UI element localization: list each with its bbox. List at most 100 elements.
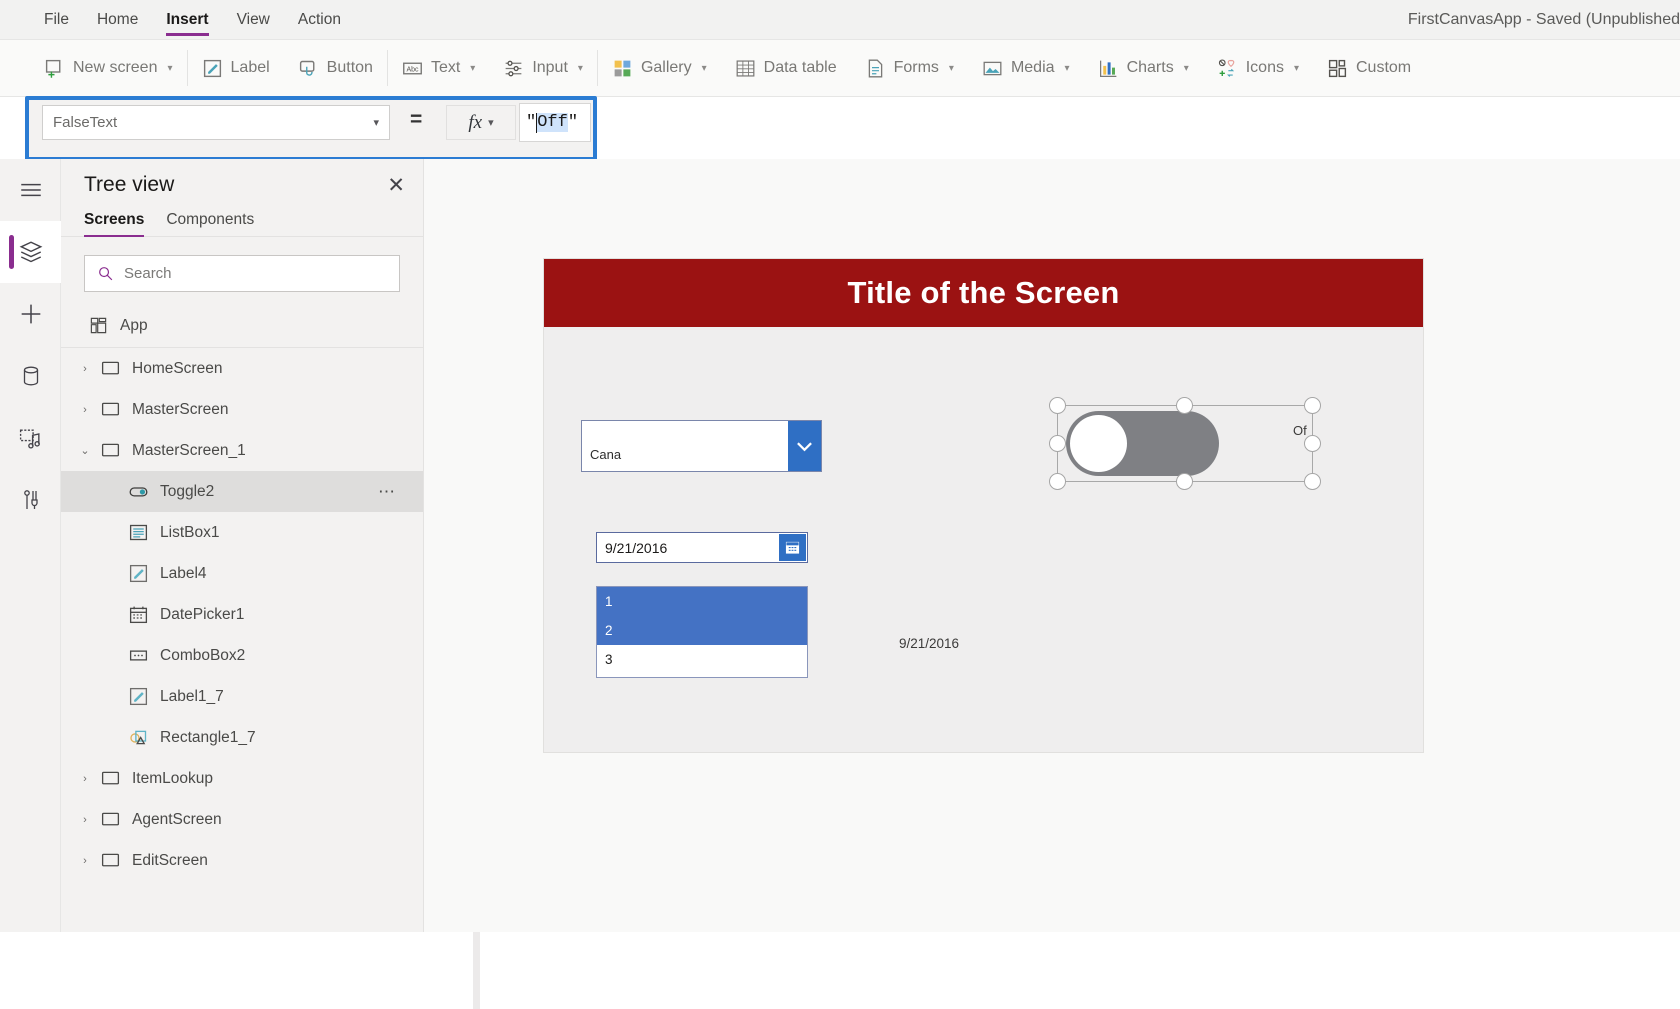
screen-icon — [97, 358, 123, 379]
ribbon-forms[interactable]: Forms ▾ — [851, 40, 968, 97]
menu-bar: File Home Insert View Action FirstCanvas… — [0, 0, 1680, 40]
menu-item-insert[interactable]: Insert — [152, 0, 222, 40]
formula-input[interactable]: " Off " — [519, 103, 591, 142]
ribbon-input[interactable]: Input ▾ — [489, 40, 597, 97]
tree-node-editscreen[interactable]: › EditScreen — [61, 840, 423, 881]
tree-node-masterscreen_1[interactable]: ⌄ MasterScreen_1 — [61, 430, 423, 471]
tree-node-label4[interactable]: Label4 — [61, 553, 423, 594]
resize-handle-middle-right[interactable] — [1304, 435, 1321, 452]
tree-view-title: Tree view — [84, 173, 175, 196]
ribbon-gallery[interactable]: Gallery ▾ — [598, 40, 721, 97]
combobox-dropdown-button[interactable] — [788, 421, 821, 471]
tree-node-label: ItemLookup — [132, 769, 213, 787]
rail-item-advanced[interactable] — [0, 469, 61, 531]
combobox-control[interactable]: Cana — [581, 420, 822, 472]
rail-item-insert[interactable] — [0, 283, 61, 345]
ribbon-data-table[interactable]: Data table — [721, 40, 851, 97]
ribbon-custom-label: Custom — [1356, 59, 1412, 76]
close-icon[interactable]: ✕ — [387, 175, 405, 196]
resize-handle-top-right[interactable] — [1304, 397, 1321, 414]
rail-item-data[interactable] — [0, 345, 61, 407]
tree-node-toggle2[interactable]: Toggle2 ⋯ — [61, 471, 423, 512]
listbox-item[interactable]: 1 — [597, 587, 807, 616]
toggle-control-wrapper[interactable]: Of — [1045, 392, 1321, 490]
tree-node-masterscreen[interactable]: › MasterScreen — [61, 389, 423, 430]
ribbon-media[interactable]: Media ▾ — [968, 40, 1084, 97]
tree-node-label: EditScreen — [132, 851, 208, 869]
property-select[interactable]: FalseText ▾ — [42, 105, 390, 140]
chevron-down-icon — [797, 441, 812, 451]
datepicker-calendar-button[interactable] — [779, 534, 806, 561]
tree-node-label: ListBox1 — [160, 523, 220, 541]
screen-title-bar[interactable]: Title of the Screen — [544, 259, 1423, 327]
resize-handle-middle-left[interactable] — [1049, 435, 1066, 452]
tree-node-label1_7[interactable]: Label1_7 — [61, 676, 423, 717]
shape-icon — [129, 730, 146, 745]
expand-twisty-icon[interactable]: ⌄ — [73, 444, 97, 457]
ribbon-label[interactable]: Label — [188, 40, 284, 97]
resize-handle-bottom-center[interactable] — [1176, 473, 1193, 490]
listbox-item[interactable]: 2 — [597, 616, 807, 645]
charts-icon — [1099, 60, 1116, 77]
toggle-control[interactable] — [1066, 411, 1219, 476]
menu-item-file[interactable]: File — [30, 0, 83, 40]
advanced-tools-icon — [23, 490, 38, 509]
expand-twisty-icon[interactable]: › — [73, 363, 97, 375]
screen-icon — [101, 443, 119, 457]
canvas-area[interactable]: Title of the Screen Cana 9/21/2016 9/21/… — [424, 159, 1680, 932]
menu-item-home[interactable]: Home — [83, 0, 152, 40]
tree-node-datepicker1[interactable]: DatePicker1 — [61, 594, 423, 635]
calendar-icon — [125, 604, 151, 625]
calendar-icon — [785, 541, 800, 554]
tree-node-homescreen[interactable]: › HomeScreen — [61, 348, 423, 389]
chevron-down-icon: ▾ — [373, 117, 379, 129]
ribbon-text-label: Text — [430, 59, 461, 76]
formula-value-selected: Off — [537, 113, 568, 132]
tree-view-header: Tree view ✕ — [61, 159, 423, 205]
listbox-item[interactable]: 3 — [597, 645, 807, 674]
ribbon-custom[interactable]: Custom — [1313, 40, 1425, 97]
datepicker-control[interactable]: 9/21/2016 — [596, 532, 808, 563]
tree-node-label: HomeScreen — [132, 359, 223, 377]
expand-twisty-icon[interactable]: › — [73, 814, 97, 826]
insert-ribbon: New screen ▾ Label Button Abc Text ▾ Inp… — [0, 40, 1680, 97]
tree-node-app[interactable]: App — [61, 304, 423, 348]
expand-twisty-icon[interactable]: › — [73, 404, 97, 416]
tree-node-rectangle1_7[interactable]: Rectangle1_7 — [61, 717, 423, 758]
tree-node-itemlookup[interactable]: › ItemLookup — [61, 758, 423, 799]
resize-handle-top-left[interactable] — [1049, 397, 1066, 414]
rail-item-media[interactable] — [0, 407, 61, 469]
media-library-icon — [19, 428, 40, 449]
fx-button[interactable]: fx ▾ — [446, 105, 516, 140]
ribbon-charts[interactable]: Charts ▾ — [1084, 40, 1203, 97]
tree-node-agentscreen[interactable]: › AgentScreen — [61, 799, 423, 840]
menu-item-action[interactable]: Action — [284, 0, 355, 40]
app-screen-preview[interactable]: Title of the Screen Cana 9/21/2016 9/21/… — [544, 259, 1423, 752]
ribbon-button[interactable]: Button — [284, 40, 387, 97]
ribbon-charts-label: Charts — [1126, 59, 1174, 76]
hamburger-menu-icon — [20, 183, 41, 197]
ribbon-text[interactable]: Abc Text ▾ — [388, 40, 489, 97]
tree-node-label: ComboBox2 — [160, 646, 246, 664]
screen-icon — [101, 812, 119, 826]
resize-handle-bottom-right[interactable] — [1304, 473, 1321, 490]
search-icon — [99, 267, 113, 281]
expand-twisty-icon[interactable]: › — [73, 855, 97, 867]
left-icon-rail — [0, 159, 61, 932]
tab-screens[interactable]: Screens — [84, 211, 145, 237]
tree-node-combobox2[interactable]: ComboBox2 — [61, 635, 423, 676]
listbox-control[interactable]: 123 — [596, 586, 808, 678]
node-overflow-menu-icon[interactable]: ⋯ — [378, 482, 397, 502]
resize-handle-bottom-left[interactable] — [1049, 473, 1066, 490]
menu-item-view[interactable]: View — [223, 0, 284, 40]
rail-item-tree-view[interactable] — [0, 221, 61, 283]
expand-twisty-icon[interactable]: › — [73, 773, 97, 785]
ribbon-media-label: Media — [1010, 59, 1055, 76]
tab-components[interactable]: Components — [166, 211, 254, 236]
search-input[interactable]: Search — [84, 255, 400, 292]
resize-handle-top-center[interactable] — [1176, 397, 1193, 414]
ribbon-new-screen[interactable]: New screen ▾ — [30, 40, 187, 97]
ribbon-icons[interactable]: Icons ▾ — [1203, 40, 1313, 97]
tree-node-listbox1[interactable]: ListBox1 — [61, 512, 423, 553]
rail-item-hamburger[interactable] — [0, 159, 61, 221]
